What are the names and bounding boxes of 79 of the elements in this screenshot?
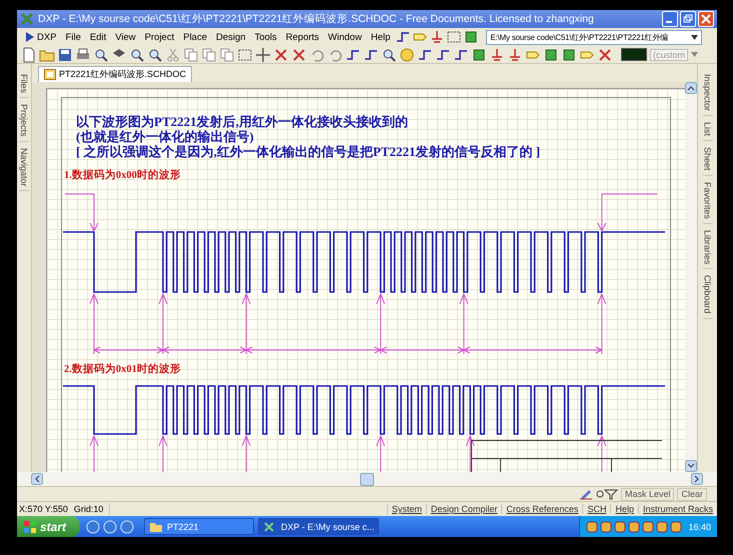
dxp-logo-icon xyxy=(25,31,35,43)
document-tab[interactable]: PT2221红外编码波形.SCHDOC xyxy=(38,66,192,82)
scroll-left-button[interactable] xyxy=(31,473,43,485)
cross-icon[interactable] xyxy=(291,46,307,62)
cursor-position: X:570 Y:550 xyxy=(18,504,69,514)
grid-size: Grid:10 xyxy=(74,504,104,514)
chip-icon[interactable] xyxy=(471,46,487,62)
panel-tab[interactable]: Files xyxy=(19,70,29,98)
menu-item[interactable]: Edit xyxy=(86,32,110,42)
maximize-button[interactable] xyxy=(680,11,696,27)
zoom-icon[interactable] xyxy=(129,46,145,62)
taskbar-button[interactable]: PT2221 xyxy=(144,518,254,535)
panel-tab[interactable]: List xyxy=(702,118,712,142)
selection-icon[interactable] xyxy=(237,46,253,62)
note-text: [ 之所以强调这个是因为,红外一体化输出的信号是把PT2221发射的信号反相了的 ] xyxy=(76,144,542,159)
mask-bar-button[interactable]: Mask Level xyxy=(620,488,674,500)
power-icon[interactable] xyxy=(489,46,505,62)
zoom-icon[interactable] xyxy=(147,46,163,62)
scroll-down-button[interactable] xyxy=(685,460,697,472)
move-icon[interactable] xyxy=(255,46,271,62)
chip-icon[interactable] xyxy=(463,29,480,45)
panel-tab[interactable]: Favorites xyxy=(702,178,712,224)
scroll-up-button[interactable] xyxy=(685,82,697,94)
zoom-icon[interactable] xyxy=(93,46,109,62)
panel-button[interactable]: System xyxy=(386,504,426,514)
panel-tab[interactable]: Inspector xyxy=(702,70,712,116)
panel-tab[interactable]: Navigator xyxy=(19,144,29,192)
vertical-scrollbar[interactable] xyxy=(685,82,697,472)
menu-item[interactable]: Window xyxy=(324,32,366,42)
panel-tab[interactable]: Projects xyxy=(19,100,29,142)
menu-item[interactable]: Design xyxy=(212,32,250,42)
pen-icon[interactable] xyxy=(578,488,593,500)
save-icon[interactable] xyxy=(57,46,73,62)
clock: 16:40 xyxy=(688,522,711,532)
mask-bar-button[interactable]: Clear xyxy=(677,488,707,500)
panel-tab[interactable]: Libraries xyxy=(702,226,712,270)
menu-item[interactable]: Place xyxy=(179,32,211,42)
copy-icon[interactable] xyxy=(183,46,199,62)
panel-button[interactable]: Cross References xyxy=(501,504,582,514)
menu-item[interactable]: Tools xyxy=(250,32,281,42)
panel-button[interactable]: Design Compiler xyxy=(426,504,502,514)
windows-logo-icon xyxy=(23,520,37,534)
note-text: 以下波形图为PT2221发射后,用红外一体化接收头接收到的 xyxy=(76,114,409,129)
cross-icon[interactable] xyxy=(273,46,289,62)
scroll-right-button[interactable] xyxy=(691,473,703,485)
copy-icon[interactable] xyxy=(201,46,217,62)
section-heading: 2.数据码为0x01时的波形 xyxy=(64,364,182,376)
color-swatch xyxy=(621,48,647,61)
panel-tab[interactable]: Clipboard xyxy=(702,271,712,319)
caret-icon xyxy=(691,52,698,57)
panel-button[interactable]: SCH xyxy=(582,504,610,514)
copy-icon[interactable] xyxy=(219,46,235,62)
panel-tab[interactable]: Sheet xyxy=(702,143,712,176)
panel-button[interactable]: Instrument Racks xyxy=(638,504,717,514)
color-value: (custom xyxy=(650,48,688,60)
horizontal-scrollbar[interactable] xyxy=(17,472,717,486)
menu-item[interactable]: View xyxy=(111,32,140,42)
ground-icon[interactable] xyxy=(507,46,523,62)
scroll-thumb[interactable] xyxy=(360,472,374,486)
window-title: DXP - E:\My sourse code\C51\红外\PT2221\PT2221红外编码波形.SCHDOC - Free Documents. Licensed to zhangxing xyxy=(38,12,595,26)
section-heading: 1.数据码为0x00时的波形 xyxy=(64,170,182,182)
menu-item[interactable]: Help xyxy=(366,32,394,42)
folder-icon xyxy=(149,520,164,532)
menu-item[interactable]: File xyxy=(62,32,85,42)
panel-button[interactable]: Help xyxy=(610,504,638,514)
menu-item[interactable]: Project xyxy=(140,32,178,42)
cross-icon[interactable] xyxy=(597,46,613,62)
menu-item[interactable]: DXP xyxy=(21,31,61,43)
menu-item[interactable]: Reports xyxy=(282,32,324,42)
note-text: (也就是红外一体化的输出信号) xyxy=(76,129,255,144)
minimize-button[interactable] xyxy=(662,11,678,27)
zoom-icon[interactable] xyxy=(381,46,397,62)
schematic-icon xyxy=(44,69,56,80)
filter-icon[interactable] xyxy=(596,488,618,500)
path-dropdown[interactable]: E:\My sourse code\C51\红外\PT2221\PT2221红外编 xyxy=(486,30,702,44)
close-button[interactable] xyxy=(698,11,714,27)
taskbar-button[interactable]: DXP - E:\My sourse c... xyxy=(258,518,380,535)
select-icon[interactable] xyxy=(446,29,462,45)
caret-icon xyxy=(691,34,698,40)
